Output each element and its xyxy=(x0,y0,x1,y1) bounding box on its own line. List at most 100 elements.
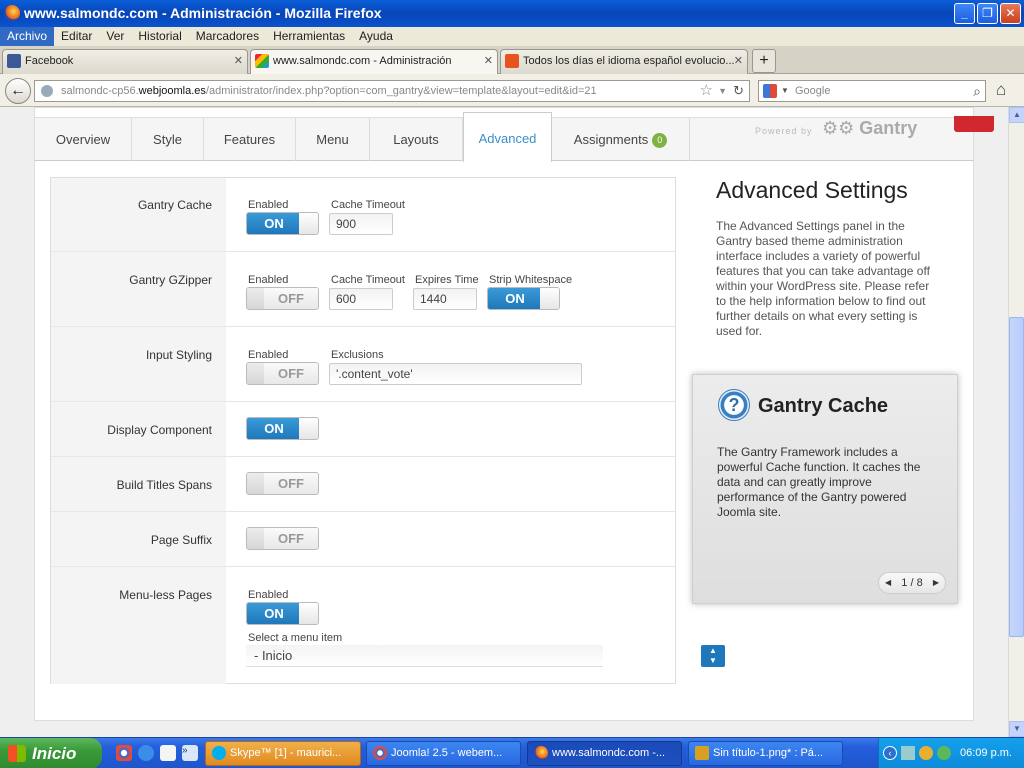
gears-icon: ⚙⚙ xyxy=(822,118,860,138)
scroll-updown-button[interactable]: ▲ ▼ xyxy=(701,645,725,667)
field-label: Enabled xyxy=(248,274,289,286)
scroll-up-arrow-icon[interactable]: ▲ xyxy=(1009,107,1024,123)
task-label: Sin título-1.png* : Pá... xyxy=(713,747,824,759)
tab-advanced[interactable]: Advanced xyxy=(463,112,552,162)
window-title: www.salmondc.com - Administración - Mozi… xyxy=(24,5,382,21)
browser-tab-idioma[interactable]: Todos los días el idioma español evoluci… xyxy=(500,49,748,74)
task-label: Skype™ [1] - maurici... xyxy=(230,747,342,759)
tab-overview[interactable]: Overview xyxy=(35,118,132,161)
engine-dropdown-icon[interactable]: ▼ xyxy=(781,81,789,101)
chrome-icon xyxy=(373,746,387,760)
speaker-tray-icon[interactable] xyxy=(919,746,933,760)
bookmark-star-icon[interactable]: ☆ xyxy=(700,81,713,101)
close-tab-icon[interactable]: ✕ xyxy=(484,50,493,72)
field-label: Cache Timeout xyxy=(331,274,405,286)
menu-item-select[interactable]: - Inicio xyxy=(246,645,603,667)
taskbar-item-fireworks[interactable]: Sin título-1.png* : Pá... xyxy=(688,741,843,766)
menuless-toggle[interactable]: ON xyxy=(246,602,319,625)
chrome-quicklaunch-icon[interactable] xyxy=(116,745,132,761)
taskbar-item-skype[interactable]: Skype™ [1] - maurici... xyxy=(205,741,361,766)
mail-quicklaunch-icon[interactable] xyxy=(160,745,176,761)
gantry-tabs: Overview Style Features Menu Layouts Adv… xyxy=(34,112,994,162)
expires-time-input[interactable]: 1440 xyxy=(413,288,477,310)
gantry-logo: ⚙⚙ Gantry xyxy=(822,118,917,139)
maximize-button[interactable]: ❐ xyxy=(977,3,998,24)
show-more-icon[interactable]: » xyxy=(182,745,198,761)
gzip-timeout-input[interactable]: 600 xyxy=(329,288,393,310)
url-bar[interactable]: salmondc-cp56.webjoomla.es/administrator… xyxy=(34,80,750,102)
status-tray-icon[interactable] xyxy=(937,746,951,760)
help-title: Gantry Cache xyxy=(758,395,889,417)
task-label: Joomla! 2.5 - webem... xyxy=(391,747,503,759)
new-tab-button[interactable]: + xyxy=(752,49,776,73)
menu-archivo[interactable]: Archivo xyxy=(0,27,55,46)
menu-editar[interactable]: Editar xyxy=(54,27,99,46)
minimize-button[interactable]: _ xyxy=(954,3,975,24)
settings-row-gantry-cache: Gantry Cache Enabled ON Cache Timeout 90… xyxy=(51,178,675,252)
settings-row-gzipper: Gantry GZipper Enabled OFF Cache Timeout… xyxy=(51,252,675,327)
taskbar-item-firefox[interactable]: www.salmondc.com -... xyxy=(527,741,682,766)
search-icon[interactable]: ⌕ xyxy=(973,81,981,101)
menu-ver[interactable]: Ver xyxy=(99,27,131,46)
home-icon[interactable]: ⌂ xyxy=(996,80,1006,100)
field-label: Enabled xyxy=(248,199,289,211)
start-label: Inicio xyxy=(32,744,77,763)
navigation-bar: ← salmondc-cp56.webjoomla.es/administrat… xyxy=(0,74,1024,107)
globe-icon xyxy=(41,85,53,97)
row-label: Build Titles Spans xyxy=(51,457,226,511)
start-button[interactable]: Inicio xyxy=(0,738,102,768)
page-scrollbar[interactable]: ▲ ▼ xyxy=(1008,107,1024,737)
scrollbar-thumb[interactable] xyxy=(1009,317,1024,637)
reload-icon[interactable]: ↻ xyxy=(733,81,744,101)
cache-timeout-input[interactable]: 900 xyxy=(329,213,393,235)
tab-layouts[interactable]: Layouts xyxy=(370,118,463,161)
taskbar-item-joomla[interactable]: Joomla! 2.5 - webem... xyxy=(366,741,521,766)
menu-ayuda[interactable]: Ayuda xyxy=(352,27,400,46)
gantry-brand: Gantry xyxy=(859,118,918,138)
ie-quicklaunch-icon[interactable] xyxy=(138,745,154,761)
network-tray-icon[interactable] xyxy=(901,746,915,760)
close-tab-icon[interactable]: ✕ xyxy=(234,50,243,72)
google-engine-icon[interactable] xyxy=(763,84,777,98)
tray-expand-icon[interactable]: ‹ xyxy=(883,746,897,760)
back-button[interactable]: ← xyxy=(5,78,31,104)
build-titles-toggle[interactable]: OFF xyxy=(246,472,319,495)
url-dropdown-icon[interactable]: ▼ xyxy=(718,81,727,101)
browser-tab-facebook[interactable]: Facebook ✕ xyxy=(2,49,248,74)
gzipper-toggle[interactable]: OFF xyxy=(246,287,319,310)
tab-features[interactable]: Features xyxy=(204,118,296,161)
close-tab-icon[interactable]: ✕ xyxy=(734,50,743,72)
gantry-cache-toggle[interactable]: ON xyxy=(246,212,319,235)
settings-row-build-titles: Build Titles Spans OFF xyxy=(51,457,675,512)
input-styling-toggle[interactable]: OFF xyxy=(246,362,319,385)
browser-tabbar: Facebook ✕ www.salmondc.com - Administra… xyxy=(0,46,1024,75)
row-label: Gantry Cache xyxy=(51,178,226,251)
menu-marcadores[interactable]: Marcadores xyxy=(189,27,266,46)
display-component-toggle[interactable]: ON xyxy=(246,417,319,440)
settings-row-menuless: Menu-less Pages Enabled ON Select a menu… xyxy=(51,567,675,684)
page-content: Overview Style Features Menu Layouts Adv… xyxy=(0,107,1008,737)
url-path: /administrator/index.php?option=com_gant… xyxy=(205,85,597,97)
settings-row-input-styling: Input Styling Enabled OFF Exclusions '.c… xyxy=(51,327,675,402)
search-bar[interactable]: ▼ Google ⌕ xyxy=(758,80,986,102)
tab-assignments[interactable]: Assignments 0 xyxy=(552,118,690,161)
row-label: Input Styling xyxy=(51,327,226,401)
assignments-count-badge: 0 xyxy=(652,133,668,149)
tray-clock: 06:09 p.m. xyxy=(960,747,1012,759)
browser-tab-admin[interactable]: www.salmondc.com - Administración ✕ xyxy=(250,49,498,75)
menu-herramientas[interactable]: Herramientas xyxy=(266,27,352,46)
close-window-button[interactable]: ✕ xyxy=(1000,3,1021,24)
field-label: Enabled xyxy=(248,349,289,361)
exclusions-input[interactable]: '.content_vote' xyxy=(329,363,582,385)
field-label: Select a menu item xyxy=(248,632,343,644)
tab-style[interactable]: Style xyxy=(132,118,204,161)
menu-historial[interactable]: Historial xyxy=(131,27,188,46)
strip-whitespace-toggle[interactable]: ON xyxy=(487,287,560,310)
page-suffix-toggle[interactable]: OFF xyxy=(246,527,319,550)
next-arrow-icon[interactable]: ▶ xyxy=(933,573,939,593)
task-label: www.salmondc.com -... xyxy=(552,747,666,759)
help-pager: ◀ 1 / 8 ▶ xyxy=(878,572,946,594)
scroll-down-arrow-icon[interactable]: ▼ xyxy=(1009,721,1024,737)
prev-arrow-icon[interactable]: ◀ xyxy=(885,573,891,593)
tab-menu[interactable]: Menu xyxy=(296,118,370,161)
